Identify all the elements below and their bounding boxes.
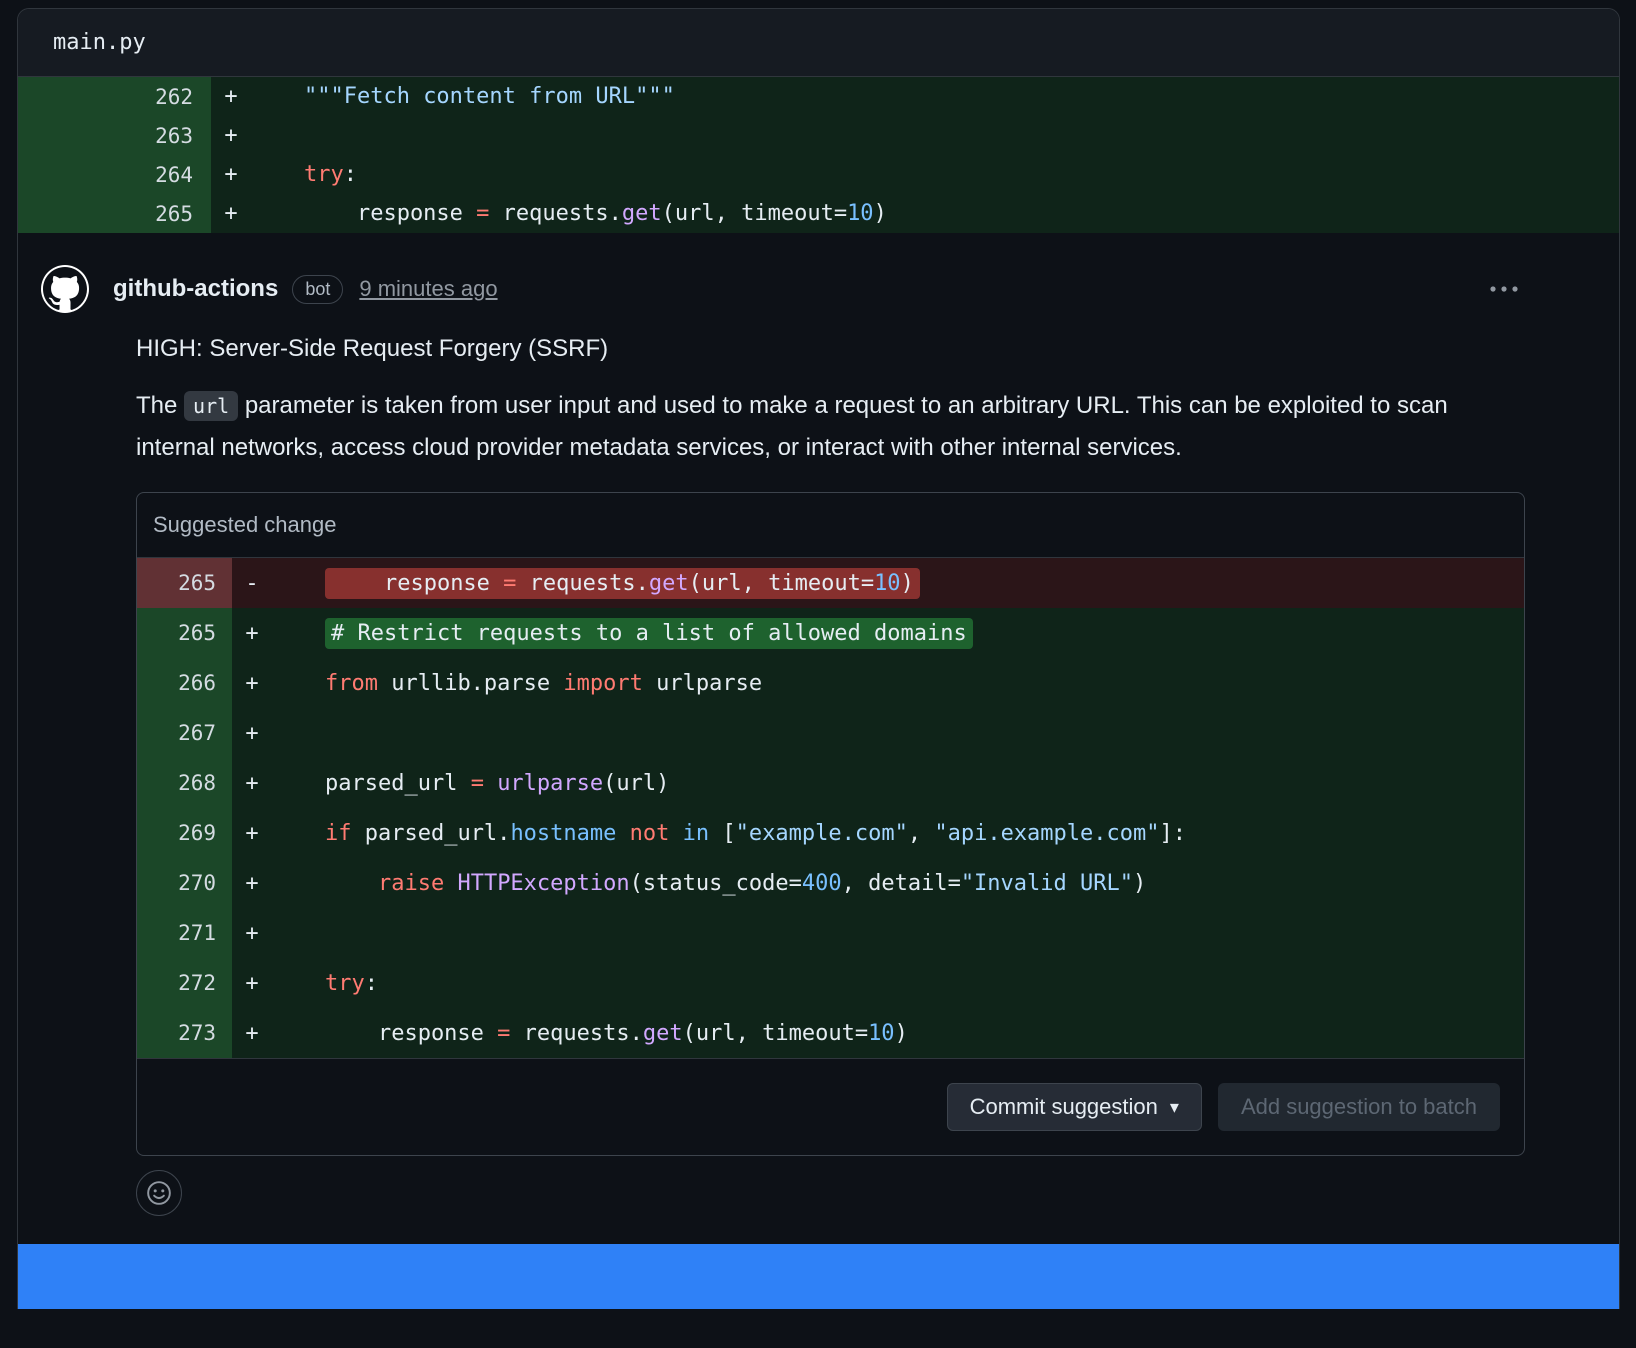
line-number: 267 [137, 708, 232, 758]
bottom-accent-bar[interactable] [18, 1244, 1619, 1309]
code-line [251, 116, 1619, 155]
line-number: 265 [18, 194, 211, 233]
code-line: response = requests.get(url, timeout=10) [272, 1008, 1524, 1058]
code-line: if parsed_url.hostname not in ["example.… [272, 808, 1524, 858]
code-line: raise HTTPException(status_code=400, det… [272, 858, 1524, 908]
diff-line-268-add: 268+ parsed_url = urlparse(url) [137, 758, 1524, 808]
diff-line-273-add: 273+ response = requests.get(url, timeou… [137, 1008, 1524, 1058]
diff-line-265-del: 265- response = requests.get(url, timeou… [137, 558, 1524, 608]
comment-title: HIGH: Server-Side Request Forgery (SSRF) [136, 335, 1525, 363]
diff-sign: + [232, 758, 272, 808]
review-comment: github-actions bot 9 minutes ago HIGH: S… [18, 233, 1619, 1216]
diff-line-269-add: 269+ if parsed_url.hostname not in ["exa… [137, 808, 1524, 858]
line-number: 265 [137, 608, 232, 658]
body-text-post: parameter is taken from user input and u… [136, 392, 1448, 461]
add-reaction-button[interactable] [136, 1170, 182, 1216]
suggested-change-panel: Suggested change 265- response = request… [136, 492, 1525, 1156]
diff-sign: + [232, 658, 272, 708]
line-number: 266 [137, 658, 232, 708]
diff-line-263-add: 263+ [18, 116, 1619, 155]
comment-paragraph: The url parameter is taken from user inp… [136, 385, 1525, 468]
diff-sign: + [232, 608, 272, 658]
octocat-icon [43, 267, 87, 311]
line-number: 269 [137, 808, 232, 858]
file-name: main.py [53, 30, 146, 55]
line-number: 273 [137, 1008, 232, 1058]
suggestion-diff: 265- response = requests.get(url, timeou… [137, 558, 1524, 1058]
github-actions-avatar[interactable] [41, 265, 89, 313]
comment-body: HIGH: Server-Side Request Forgery (SSRF)… [136, 335, 1619, 1216]
smiley-icon [146, 1180, 172, 1206]
top-diff: 262+ """Fetch content from URL"""263+264… [18, 77, 1619, 233]
line-number: 268 [137, 758, 232, 808]
commit-suggestion-label: Commit suggestion [970, 1094, 1158, 1120]
diff-line-270-add: 270+ raise HTTPException(status_code=400… [137, 858, 1524, 908]
diff-sign: + [232, 708, 272, 758]
line-number: 272 [137, 958, 232, 1008]
line-number: 264 [18, 155, 211, 194]
diff-sign: + [211, 116, 251, 155]
comment-author[interactable]: github-actions [113, 275, 278, 303]
page: main.py 262+ """Fetch content from URL""… [0, 0, 1636, 1348]
comment-timestamp[interactable]: 9 minutes ago [359, 276, 497, 302]
diff-sign: + [232, 958, 272, 1008]
review-thread: main.py 262+ """Fetch content from URL""… [17, 8, 1620, 1309]
diff-sign: + [232, 858, 272, 908]
code-line: """Fetch content from URL""" [251, 77, 1619, 116]
diff-sign: + [211, 155, 251, 194]
file-header: main.py [18, 9, 1619, 77]
code-line: response = requests.get(url, timeout=10) [251, 194, 1619, 233]
diff-line-266-add: 266+ from urllib.parse import urlparse [137, 658, 1524, 708]
commit-suggestion-button[interactable]: Commit suggestion ▾ [947, 1083, 1202, 1131]
line-number: 270 [137, 858, 232, 908]
line-number: 262 [18, 77, 211, 116]
add-suggestion-to-batch-button[interactable]: Add suggestion to batch [1218, 1083, 1500, 1131]
suggestion-footer: Commit suggestion ▾ Add suggestion to ba… [137, 1058, 1524, 1155]
diff-line-264-add: 264+ try: [18, 155, 1619, 194]
code-line [272, 708, 1524, 758]
dropdown-caret-icon: ▾ [1170, 1097, 1179, 1118]
code-line: response = requests.get(url, timeout=10) [272, 558, 1524, 608]
line-number: 271 [137, 908, 232, 958]
diff-line-267-add: 267+ [137, 708, 1524, 758]
diff-sign: - [232, 558, 272, 608]
code-line: parsed_url = urlparse(url) [272, 758, 1524, 808]
inline-code-url: url [184, 391, 238, 421]
diff-sign: + [211, 194, 251, 233]
line-number: 265 [137, 558, 232, 608]
diff-line-262-add: 262+ """Fetch content from URL""" [18, 77, 1619, 116]
code-line: try: [251, 155, 1619, 194]
suggested-change-header: Suggested change [137, 493, 1524, 558]
code-line: from urllib.parse import urlparse [272, 658, 1524, 708]
line-number: 263 [18, 116, 211, 155]
body-text-pre: The [136, 392, 184, 419]
diff-sign: + [211, 77, 251, 116]
diff-line-271-add: 271+ [137, 908, 1524, 958]
diff-sign: + [232, 908, 272, 958]
bot-badge: bot [292, 275, 343, 304]
code-line: try: [272, 958, 1524, 1008]
diff-line-265-add: 265+ # Restrict requests to a list of al… [137, 608, 1524, 658]
diff-line-272-add: 272+ try: [137, 958, 1524, 1008]
diff-sign: + [232, 1008, 272, 1058]
comment-header: github-actions bot 9 minutes ago [41, 265, 1619, 313]
diff-line-265-add: 265+ response = requests.get(url, timeou… [18, 194, 1619, 233]
kebab-menu-icon[interactable] [1489, 284, 1519, 294]
diff-sign: + [232, 808, 272, 858]
code-line: # Restrict requests to a list of allowed… [272, 608, 1524, 658]
code-line [272, 908, 1524, 958]
reaction-row [136, 1170, 1525, 1216]
